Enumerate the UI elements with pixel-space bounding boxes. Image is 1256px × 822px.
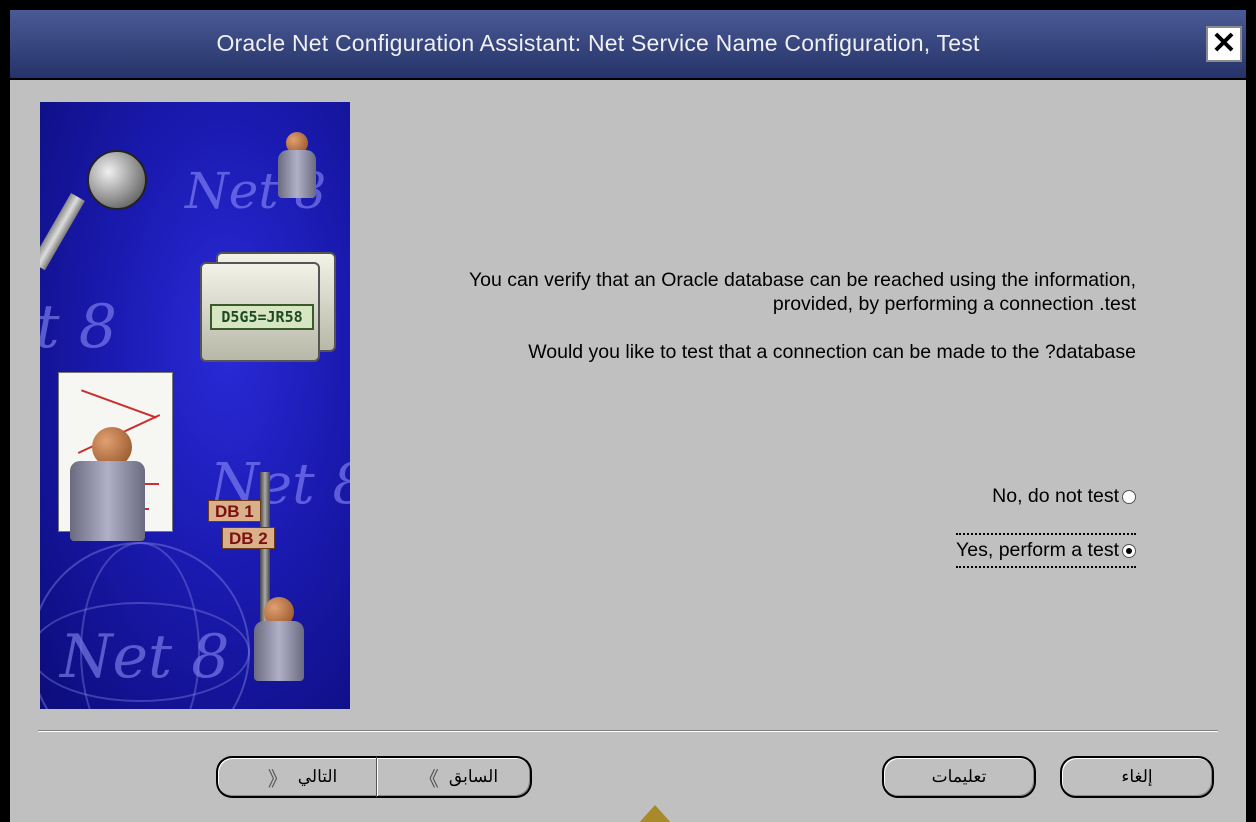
- chevron-left-icon: 《: [267, 768, 288, 791]
- window-title: Oracle Net Configuration Assistant: Net …: [216, 30, 980, 56]
- sign-db1: DB 1: [208, 500, 261, 522]
- title-bar: Oracle Net Configuration Assistant: Net …: [10, 10, 1246, 80]
- next-button[interactable]: التالي 《: [216, 756, 378, 798]
- radio-button-checked[interactable]: [1122, 543, 1136, 558]
- chevron-right-icon: 》: [418, 768, 439, 791]
- net8-watermark: et 8: [40, 292, 117, 362]
- close-icon[interactable]: ✕: [1206, 26, 1242, 62]
- back-button-label: السابق: [448, 767, 499, 786]
- folder-icon: D5G5=JR58: [200, 262, 320, 362]
- help-button-label: تعليمات: [931, 767, 987, 786]
- radio-perform-test[interactable]: Yes, perform a test: [956, 533, 1136, 568]
- next-button-label: التالي: [297, 767, 338, 786]
- radio-no-test[interactable]: No, do not test: [992, 485, 1136, 508]
- microphone-stand: [40, 193, 85, 271]
- globe-parallel: [40, 602, 250, 702]
- radio-perform-test-label: Yes, perform a test: [956, 539, 1119, 561]
- cursor-overlay: [619, 805, 691, 822]
- net8-illustration: Net 8 et 8 Net 8 Net 8 D5G5=JR58 DB 1: [40, 102, 350, 709]
- sign-db2: DB 2: [222, 527, 275, 549]
- folder-label: D5G5=JR58: [210, 304, 314, 330]
- microphone-icon: [87, 150, 147, 210]
- message-text: ,You can verify that an Oracle database …: [436, 268, 1136, 388]
- back-button[interactable]: السابق 》: [376, 756, 532, 798]
- help-button[interactable]: تعليمات: [882, 756, 1036, 798]
- cancel-button[interactable]: إلغاء: [1060, 756, 1214, 798]
- question-paragraph: Would you like to test that a connection…: [528, 341, 1136, 363]
- radio-button-unchecked[interactable]: [1122, 489, 1136, 504]
- dialog-window: Oracle Net Configuration Assistant: Net …: [8, 8, 1248, 822]
- radio-no-test-label: No, do not test: [992, 485, 1119, 507]
- cancel-button-label: إلغاء: [1121, 767, 1153, 786]
- separator: [38, 730, 1218, 732]
- info-paragraph: ,You can verify that an Oracle database …: [468, 269, 1136, 315]
